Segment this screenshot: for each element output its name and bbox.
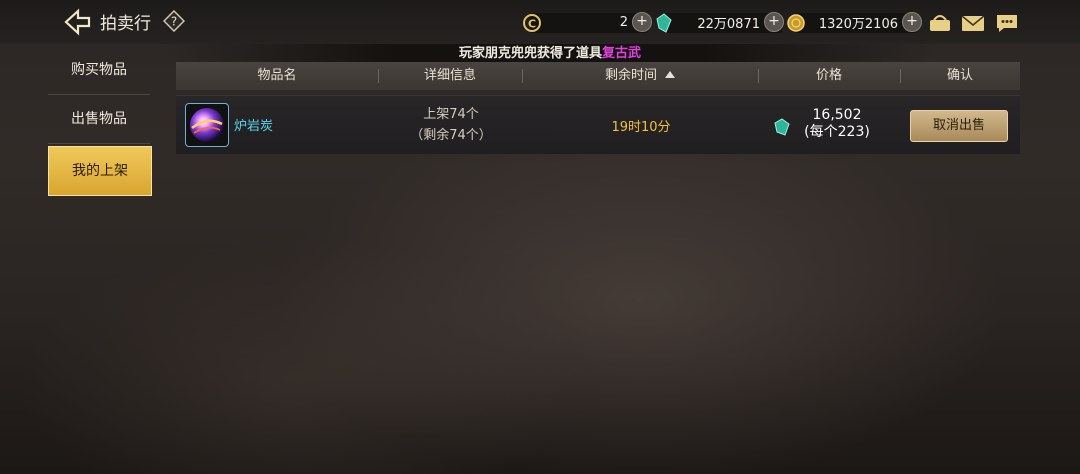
currency-3-value: 1320万2106 (818, 16, 898, 32)
sidebar-item-label: 购买物品 (71, 62, 127, 78)
price-total: 16,502 (812, 107, 862, 123)
c-coin-icon: C (523, 14, 541, 32)
sort-ascending-icon (665, 71, 675, 78)
currency-3: 1320万2106 + (808, 12, 922, 32)
table-row: 炉岩炭 上架74个 （剩余74个） 19时10分 16,502 (每个223) … (176, 95, 1020, 154)
top-bar: 拍卖行 ? C 2 + 22万0871 + 1320万2106 + (0, 0, 1080, 44)
back-arrow-icon[interactable] (62, 8, 92, 36)
column-time-left-label: 剩余时间 (604, 68, 657, 83)
sidebar-item-sell[interactable]: 出售物品 (48, 95, 150, 144)
currency-1-value: 2 (619, 14, 628, 30)
item-icon[interactable] (185, 103, 229, 147)
detail-listed: 上架74个 (423, 107, 479, 122)
column-detail: 详细信息 (423, 68, 476, 83)
column-confirm: 确认 (946, 68, 973, 83)
mail-icon[interactable] (961, 12, 985, 34)
detail-remaining: （剩余74个） (410, 128, 492, 143)
cancel-sale-button[interactable]: 取消出售 (910, 110, 1008, 142)
green-gem-icon (656, 13, 672, 33)
column-item-name: 物品名 (257, 68, 297, 83)
question-mark-icon[interactable]: ? (163, 10, 185, 32)
sidebar-item-label: 出售物品 (71, 111, 127, 127)
item-price: 16,502 (每个223) (792, 107, 882, 141)
table-header: 物品名 详细信息 剩余时间 价格 确认 (176, 62, 1020, 90)
sidebar-item-buy[interactable]: 购买物品 (48, 46, 150, 95)
chat-icon[interactable] (995, 12, 1019, 34)
gold-coin-icon (787, 14, 805, 32)
column-time-left[interactable]: 剩余时间 (522, 62, 758, 90)
svg-text:C: C (528, 18, 536, 31)
add-currency-3-button[interactable]: + (902, 12, 922, 32)
column-price: 价格 (815, 68, 842, 83)
shop-bag-icon[interactable] (928, 12, 952, 34)
currency-2: 22万0871 + (680, 12, 784, 32)
page-title: 拍卖行 (100, 14, 151, 34)
sidebar: 购买物品 出售物品 我的上架 (48, 46, 152, 196)
currency-1: 2 + (560, 12, 652, 32)
item-name: 炉岩炭 (234, 119, 274, 134)
time-left: 19时10分 (611, 120, 671, 135)
item-detail: 上架74个 （剩余74个） (396, 104, 506, 146)
price-each: (每个223) (804, 124, 870, 140)
add-currency-2-button[interactable]: + (764, 12, 784, 32)
svg-text:?: ? (171, 15, 177, 29)
green-gem-icon (774, 118, 790, 136)
sidebar-item-my-listings[interactable]: 我的上架 (48, 146, 152, 196)
lava-orb-icon (190, 108, 224, 142)
currency-2-value: 22万0871 (697, 16, 760, 32)
add-currency-1-button[interactable]: + (632, 12, 652, 32)
notice-item-name: 复古武 (602, 46, 642, 61)
sidebar-item-label: 我的上架 (72, 163, 128, 179)
notice-text: 玩家朋克兜兜获得了道具 (458, 46, 602, 61)
broadcast-notice: 玩家朋克兜兜获得了道具复古武 (160, 44, 940, 64)
